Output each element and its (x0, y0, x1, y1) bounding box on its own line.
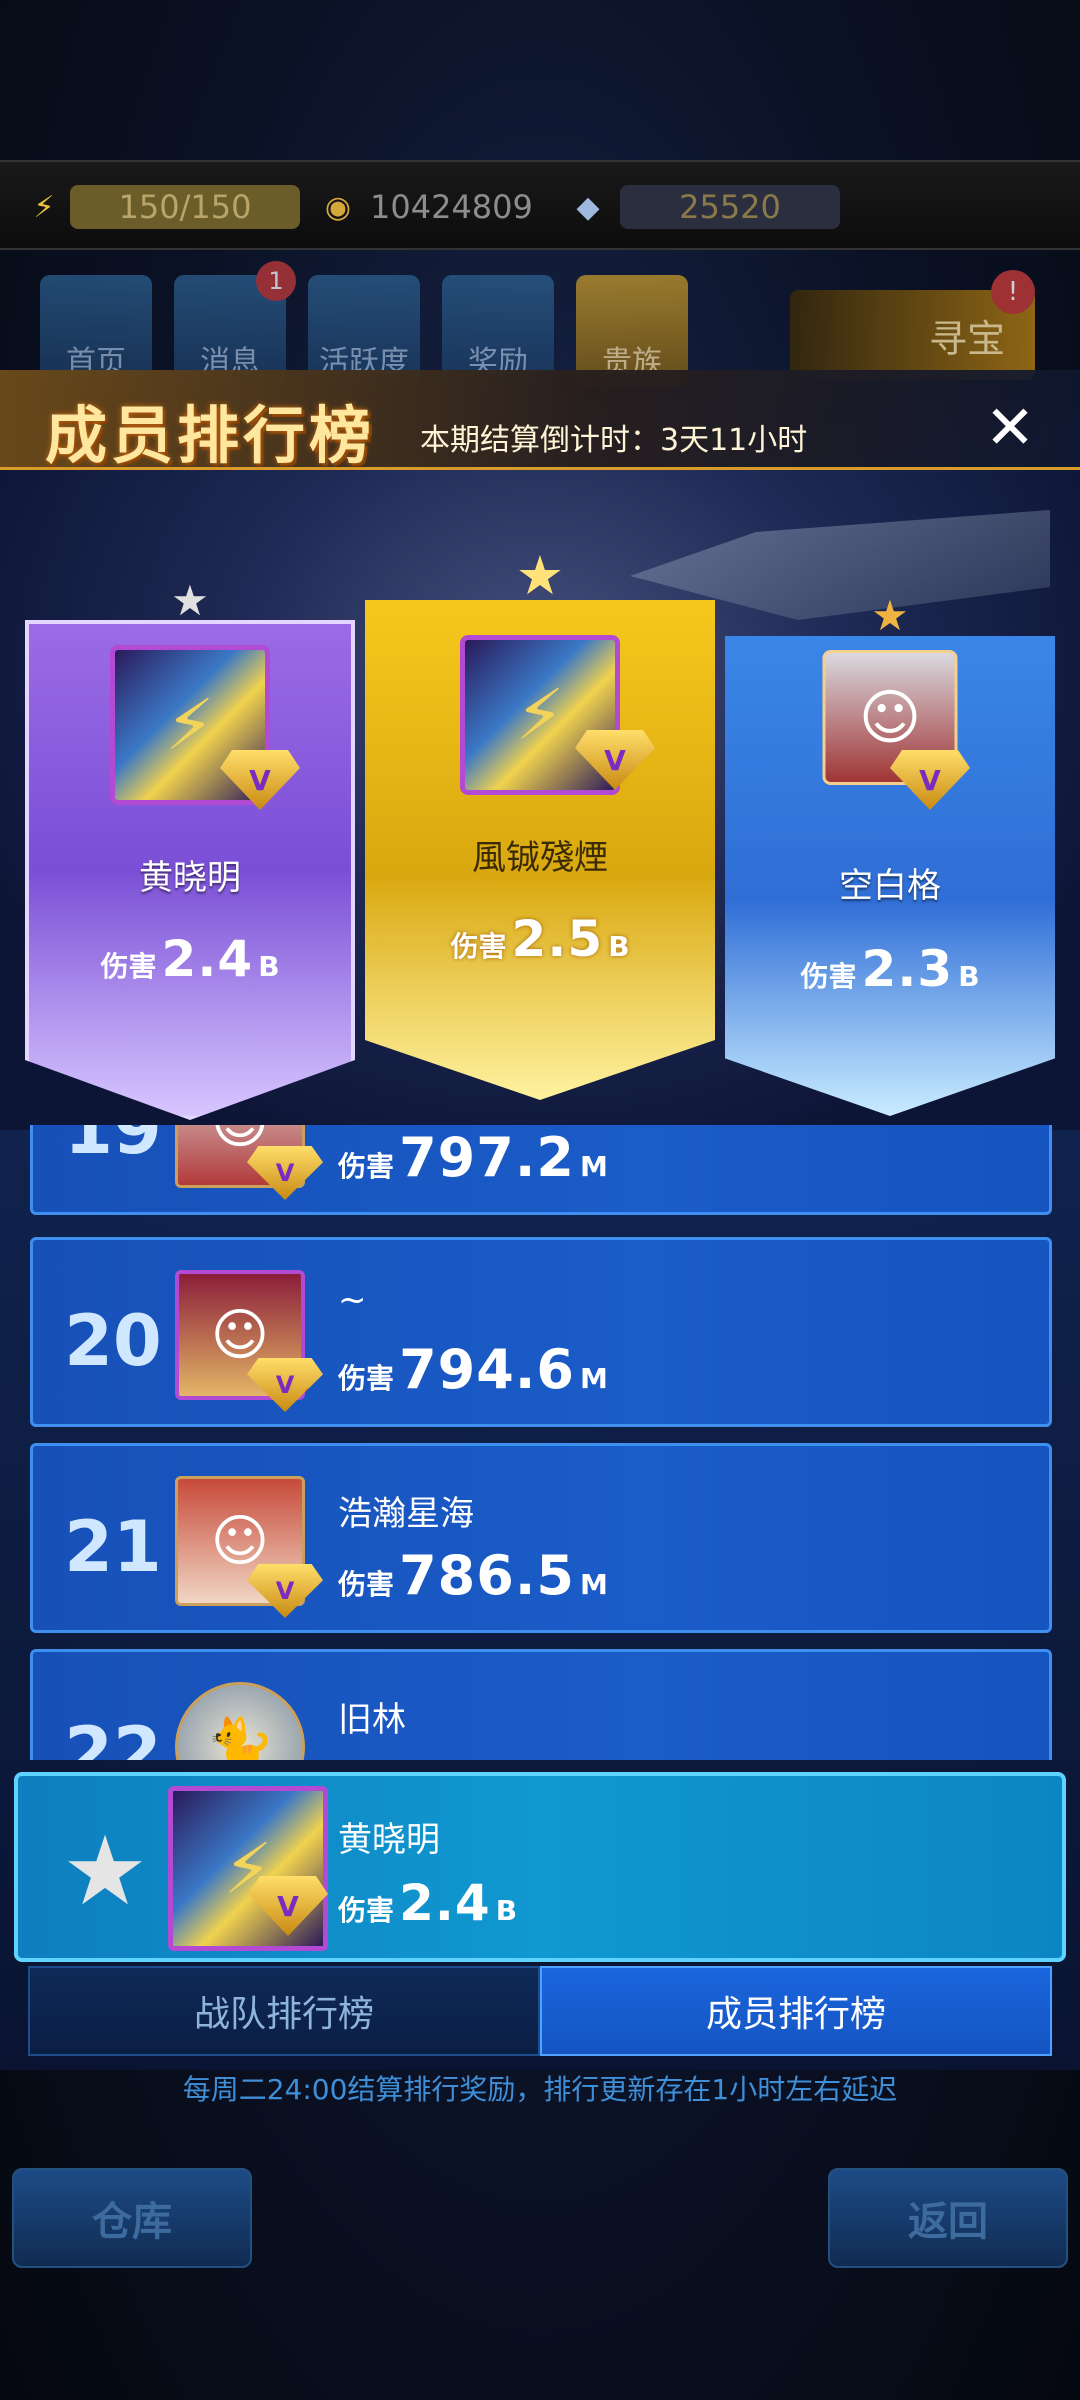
rank-number: 19 (64, 1125, 162, 1170)
resource-bar: ⚡ 150/150 ◉ 10424809 ◆ 25520 (0, 160, 1080, 250)
settlement-countdown: 本期结算倒计时：3天11小时 (420, 423, 808, 458)
damage-unit: B (495, 1894, 518, 1927)
damage: 伤害 786.5 M (338, 1544, 608, 1607)
vip-level: 6 (303, 1384, 317, 1408)
treasure-button[interactable]: ! 寻宝 (790, 270, 1035, 380)
damage: 伤害 2.3 B (725, 940, 1055, 998)
silver-star-icon: ★ (171, 575, 209, 625)
damage-unit: M (580, 1568, 608, 1601)
damage-value: 2.5 (511, 910, 604, 968)
player-name: 黄晓明 (338, 1820, 440, 1860)
gold-value: 10424809 (370, 188, 533, 226)
settlement-note: 每周二24:00结算排行奖励，排行更新存在1小时左右延迟 (182, 2073, 898, 2106)
avatar: ⚡ (168, 1786, 328, 1951)
vip-badge: V (247, 1564, 323, 1618)
damage-label: 伤害 (338, 1568, 395, 1601)
silver-star-icon: ★ (61, 1815, 149, 1927)
coin-icon: ◉ (324, 189, 352, 225)
vip-badge: V (247, 1146, 323, 1200)
tab-team-ranking[interactable]: 战队排行榜 (28, 1966, 540, 2056)
damage-value: 797.2 (399, 1126, 575, 1189)
damage-label: 伤害 (338, 1362, 395, 1395)
damage-value: 2.4 (399, 1874, 491, 1932)
gem-resource[interactable]: ◆ 25520 (566, 184, 840, 230)
energy-resource[interactable]: ⚡ 150/150 (22, 184, 300, 230)
rank-number: 20 (64, 1300, 162, 1382)
player-name: ~ (338, 1280, 367, 1320)
notification-badge: ! (991, 270, 1035, 314)
list-item[interactable]: 20 ☺ V6 ~ 伤害 794.6 M (30, 1237, 1052, 1427)
damage: 伤害 794.6 M (338, 1338, 608, 1401)
damage-value: 786.5 (399, 1544, 575, 1607)
avatar: 🐈 (175, 1682, 305, 1760)
gold-resource[interactable]: ◉ 10424809 (316, 184, 553, 230)
player-name: 空白格 (839, 866, 941, 906)
damage-label: 伤害 (800, 960, 857, 993)
damage-unit: M (580, 1362, 608, 1395)
damage: 伤害 2.4 B (25, 930, 355, 988)
damage-unit: B (608, 930, 630, 963)
damage-value: 2.3 (861, 940, 954, 998)
damage-label: 伤害 (338, 1150, 395, 1183)
damage-unit: B (958, 960, 980, 993)
gem-icon: ◆ (576, 189, 600, 225)
damage: 伤害 2.4 B (338, 1874, 517, 1932)
player-name: 旧林 (338, 1700, 406, 1740)
avatar: ⚡ (460, 635, 620, 795)
notification-badge: 1 (256, 261, 296, 301)
list-item[interactable]: 19 ☺ V 伤害 797.2 M (30, 1125, 1052, 1215)
bronze-star-icon: ★ (871, 590, 909, 640)
damage-unit: M (580, 1150, 608, 1183)
damage-label: 伤害 (338, 1894, 395, 1927)
gem-value: 25520 (620, 185, 840, 229)
panel-title: 成员排行榜 (45, 399, 376, 472)
damage-unit: B (258, 950, 280, 983)
treasure-label: 寻宝 (928, 316, 1005, 361)
warehouse-button[interactable]: 仓库 (12, 2168, 252, 2268)
vip-badge: V6 (247, 1358, 323, 1412)
energy-value: 150/150 (70, 185, 300, 229)
damage: 伤害 797.2 M (338, 1126, 608, 1189)
damage-value: 2.4 (161, 930, 254, 988)
ranking-list[interactable]: 19 ☺ V 伤害 797.2 M 20 ☺ V6 ~ 伤害 794.6 M 2… (0, 1125, 1080, 1760)
tab-member-ranking[interactable]: 成员排行榜 (540, 1966, 1052, 2056)
player-name: 風铖殘煙 (472, 838, 608, 878)
close-button[interactable]: ✕ (980, 398, 1040, 458)
rank-number: 22 (64, 1712, 162, 1760)
damage-label: 伤害 (100, 950, 157, 983)
list-item[interactable]: 22 🐈 旧林 (30, 1649, 1052, 1760)
ranking-tabs: 战队排行榜 成员排行榜 (28, 1966, 1052, 2056)
player-name: 浩瀚星海 (338, 1494, 474, 1534)
damage: 伤害 2.5 B (365, 910, 715, 968)
rank-number: 21 (64, 1506, 162, 1588)
list-item[interactable]: 21 ☺ V 浩瀚星海 伤害 786.5 M (30, 1443, 1052, 1633)
player-name: 黄晓明 (139, 858, 241, 898)
lightning-icon: ⚡ (33, 189, 55, 225)
gold-star-icon: ★ (515, 543, 565, 607)
damage-label: 伤害 (450, 930, 507, 963)
my-rank-row[interactable]: ★ ⚡ V8 黄晓明 伤害 2.4 B (14, 1772, 1066, 1962)
back-button[interactable]: 返回 (828, 2168, 1068, 2268)
damage-value: 794.6 (399, 1338, 575, 1401)
